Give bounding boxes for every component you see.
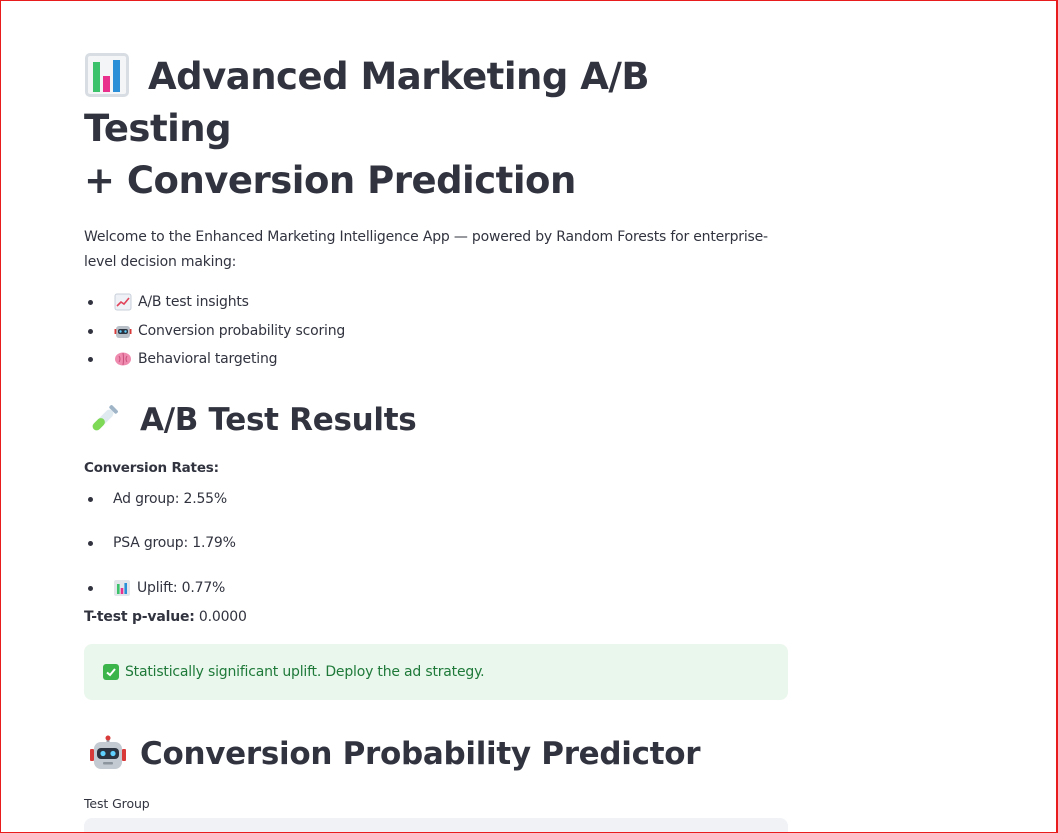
conversion-rates-list: Ad group: 2.55% PSA group: 1.79% Uplift:… — [84, 488, 788, 599]
bar-chart-icon — [84, 52, 130, 98]
pvalue-label: T-test p-value: — [84, 609, 195, 625]
brain-icon — [114, 350, 132, 368]
feature-item: Behavioral targeting — [84, 345, 788, 374]
rate-item-psa: PSA group: 1.79% — [84, 532, 788, 554]
predictor-heading: Conversion Probability Predictor — [84, 732, 788, 776]
rate-psa-text: PSA group: 1.79% — [113, 535, 236, 551]
title-line-1: Advanced Marketing A/B Testing — [84, 55, 650, 150]
ab-section-heading: A/B Test Results — [84, 398, 788, 442]
rate-item-ad: Ad group: 2.55% — [84, 488, 788, 510]
feature-list: A/B test insights Conversion probability… — [84, 288, 788, 374]
intro-text: Welcome to the Enhanced Marketing Intell… — [84, 229, 768, 270]
robot-icon — [114, 322, 132, 340]
app-window: Advanced Marketing A/B Testing + Convers… — [0, 0, 1058, 833]
feature-item: A/B test insights — [84, 288, 788, 317]
feature-label: A/B test insights — [138, 294, 249, 310]
feature-label: Behavioral targeting — [138, 351, 278, 367]
predictor-heading-text: Conversion Probability Predictor — [140, 736, 701, 772]
bar-chart-icon — [113, 579, 131, 597]
robot-icon — [89, 735, 127, 773]
ab-test-section: A/B Test Results Conversion Rates: Ad gr… — [84, 398, 788, 700]
test-group-label: Test Group — [84, 796, 150, 811]
test-group-select[interactable]: psa — [84, 818, 788, 832]
pvalue-line: T-test p-value: 0.0000 — [84, 609, 788, 625]
conversion-rates-label: Conversion Rates: — [84, 459, 219, 476]
main-content: Advanced Marketing A/B Testing + Convers… — [84, 51, 788, 832]
page-title: Advanced Marketing A/B Testing + Convers… — [84, 51, 788, 207]
success-alert: Statistically significant uplift. Deploy… — [84, 644, 788, 700]
chart-up-icon — [114, 293, 132, 311]
alert-text: Statistically significant uplift. Deploy… — [125, 664, 485, 680]
ab-heading-text: A/B Test Results — [140, 401, 417, 438]
rate-uplift-text: Uplift: 0.77% — [137, 579, 226, 596]
feature-item: Conversion probability scoring — [84, 317, 788, 346]
title-line-2: + Conversion Prediction — [84, 159, 576, 202]
feature-label: Conversion probability scoring — [138, 322, 346, 339]
checkmark-icon — [103, 664, 119, 680]
rate-ad-text: Ad group: 2.55% — [113, 490, 227, 507]
rate-item-uplift: Uplift: 0.77% — [84, 577, 788, 599]
pvalue-value: 0.0000 — [198, 609, 247, 625]
test-tube-icon — [84, 401, 122, 439]
predictor-section: Conversion Probability Predictor Test Gr… — [84, 732, 788, 832]
